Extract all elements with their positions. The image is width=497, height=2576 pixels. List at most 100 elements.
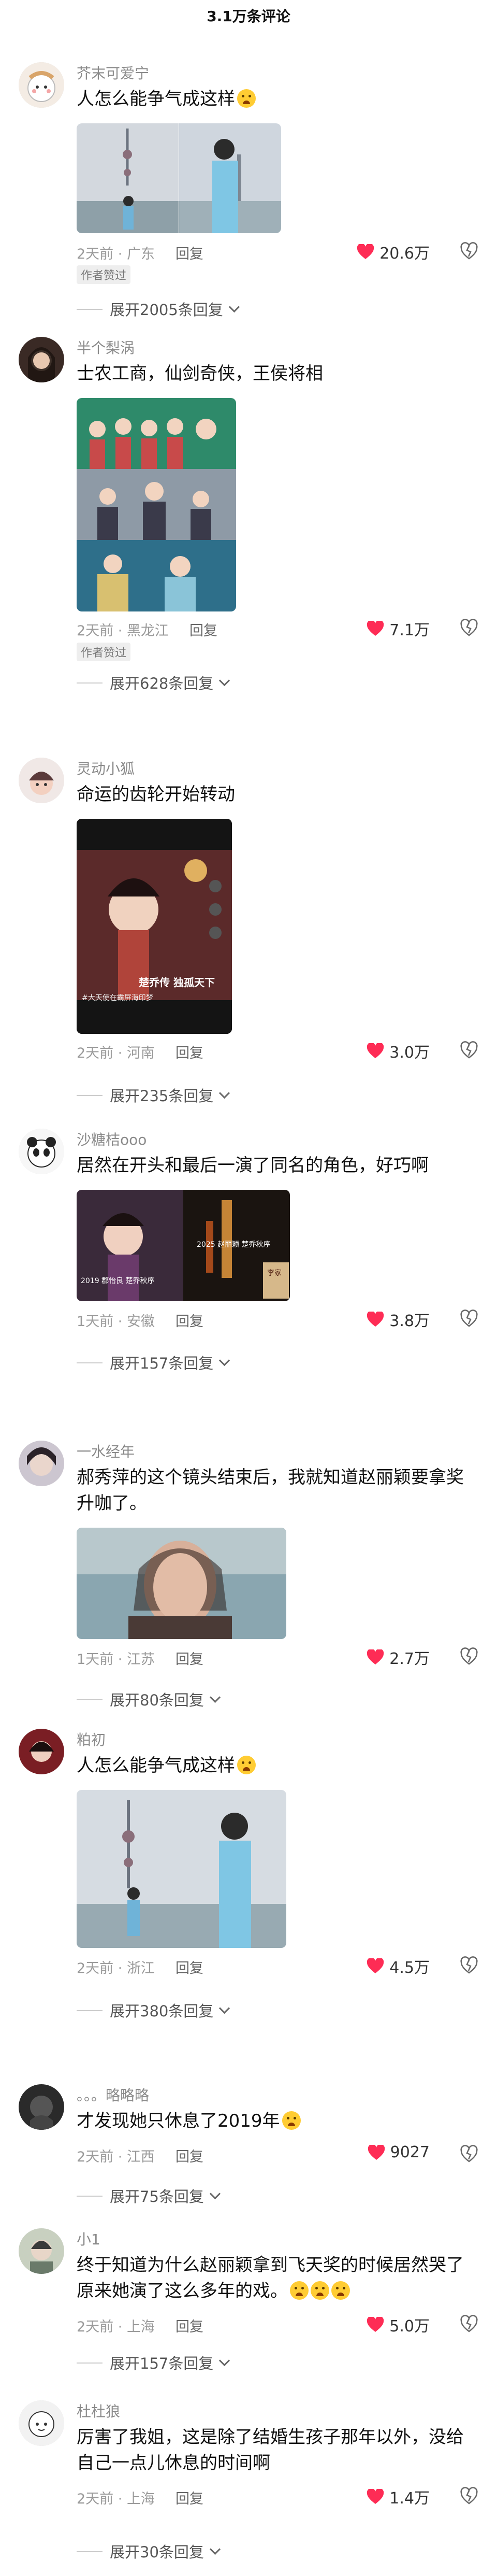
like-count: 20.6万 [379, 245, 430, 263]
avatar[interactable] [19, 1129, 64, 1174]
author-liked-badge: 作者赞过 [77, 643, 131, 661]
comment-image[interactable] [77, 1790, 286, 1948]
username[interactable]: 粕初 [77, 1729, 106, 1749]
avatar[interactable] [19, 337, 64, 382]
reply-button[interactable]: 回复 [176, 1960, 203, 1976]
dislike-icon[interactable] [460, 1309, 478, 1328]
heart-icon [357, 244, 374, 259]
like-count: 9027 [390, 2143, 430, 2161]
expand-replies-button[interactable]: 展开75条回复 [77, 2185, 221, 2207]
avatar[interactable] [19, 62, 64, 108]
reply-button[interactable]: 回复 [176, 1652, 203, 1668]
expand-replies-button[interactable]: 展开80条回复 [77, 1688, 221, 1710]
comment-image[interactable] [77, 1528, 286, 1639]
crying-emoji-icon [331, 2281, 350, 2300]
chevron-down-icon [219, 2355, 230, 2366]
username[interactable]: 半个梨涡 [77, 337, 135, 358]
reply-button[interactable]: 回复 [189, 623, 217, 639]
username[interactable]: 一水经年 [77, 1441, 135, 1461]
dislike-icon[interactable] [460, 618, 478, 637]
dislike-icon[interactable] [460, 2486, 478, 2505]
comment-text: 人怎么能争气成这样 [77, 86, 475, 112]
expand-replies-button[interactable]: 展开380条回复 [77, 1999, 230, 2021]
image-caption: 2025 赵丽颖 楚乔秋序 [197, 1241, 271, 1249]
dislike-icon[interactable] [460, 2144, 478, 2163]
like-count: 7.1万 [389, 621, 430, 639]
divider [77, 2362, 103, 2364]
like-button[interactable]: 9027 [368, 2143, 430, 2161]
divider [77, 309, 103, 310]
username[interactable]: 。。。略略略 [77, 2084, 149, 2105]
crying-emoji-icon [237, 89, 256, 108]
divider [77, 2196, 103, 2197]
chevron-down-icon [209, 2543, 221, 2555]
avatar[interactable] [19, 1441, 64, 1486]
like-button[interactable]: 20.6万 [357, 240, 430, 263]
image-sign-text: 李家 [267, 1269, 282, 1277]
like-button[interactable]: 2.7万 [367, 1646, 430, 1669]
chevron-down-icon [209, 2188, 221, 2199]
expand-replies-button[interactable]: 展开157条回复 [77, 1351, 230, 1373]
dislike-icon[interactable] [460, 241, 478, 260]
expand-replies-button[interactable]: 展开235条回复 [77, 1084, 230, 1106]
like-button[interactable]: 5.0万 [367, 2313, 430, 2336]
crying-emoji-icon [311, 2281, 329, 2300]
heart-icon [367, 1043, 384, 1058]
comment-image[interactable] [77, 123, 281, 233]
chevron-down-icon [209, 1691, 221, 1703]
video-caption: #大天使在霸屏海印梦 [82, 994, 153, 1002]
image-caption: 2019 郡怡良 楚乔秋序 [81, 1277, 155, 1285]
like-button[interactable]: 4.5万 [367, 1955, 430, 1977]
like-button[interactable]: 3.0万 [367, 1040, 430, 1062]
username[interactable]: 小1 [77, 2228, 100, 2249]
heart-icon [367, 2317, 384, 2332]
like-button[interactable]: 7.1万 [367, 617, 430, 640]
comment-text: 才发现她只休息了2019年 [77, 2108, 475, 2134]
chevron-down-icon [219, 675, 230, 686]
reply-button[interactable]: 回复 [176, 2491, 203, 2507]
comment-meta: 1天前 · 江苏 回复 [77, 1652, 203, 1668]
reply-button[interactable]: 回复 [176, 246, 203, 262]
comment-text: 居然在开头和最后一演了同名的角色，好巧啊 [77, 1155, 429, 1176]
expand-replies-button[interactable]: 展开30条回复 [77, 2540, 221, 2562]
dislike-icon[interactable] [460, 1956, 478, 1974]
like-count: 3.0万 [389, 1044, 430, 1062]
avatar[interactable] [19, 2228, 64, 2274]
comment-text: 厉害了我姐，这是除了结婚生孩子那年以外，没给自己一点儿休息的时间啊 [77, 2427, 464, 2473]
chevron-down-icon [219, 2002, 230, 2014]
avatar[interactable] [19, 2084, 64, 2130]
avatar[interactable] [19, 2400, 64, 2446]
like-count: 1.4万 [389, 2489, 430, 2508]
divider [77, 2551, 103, 2552]
dislike-icon[interactable] [460, 1647, 478, 1666]
username[interactable]: 沙糖桔ooo [77, 1129, 147, 1149]
username[interactable]: 灵动小狐 [77, 758, 135, 778]
chevron-down-icon [219, 1355, 230, 1366]
reply-button[interactable]: 回复 [176, 1314, 203, 1330]
avatar[interactable] [19, 758, 64, 803]
like-button[interactable]: 3.8万 [367, 1308, 430, 1331]
like-button[interactable]: 1.4万 [367, 2485, 430, 2508]
like-count: 3.8万 [389, 1312, 430, 1330]
dislike-icon[interactable] [460, 1041, 478, 1059]
comment-meta: 2天前 · 河南 回复 [77, 1045, 203, 1061]
comment-text: 士农工商，仙剑奇侠，王侯将相 [77, 363, 323, 384]
comment-image[interactable]: 2019 郡怡良 楚乔秋序 2025 赵丽颖 楚乔秋序 李家 [77, 1190, 290, 1301]
comment-meta: 1天前 · 安徽 回复 [77, 1314, 203, 1330]
username[interactable]: 杜杜狼 [77, 2400, 120, 2421]
crying-emoji-icon [290, 2281, 309, 2300]
reply-button[interactable]: 回复 [176, 2319, 203, 2335]
username[interactable]: 芥末可爱宁 [77, 62, 149, 83]
comment-meta: 2天前 · 黑龙江 回复 [77, 623, 217, 639]
expand-replies-button[interactable]: 展开157条回复 [77, 2352, 230, 2373]
comment-video-thumbnail[interactable]: 楚乔传 独孤天下 #大天使在霸屏海印梦 [77, 819, 232, 1034]
reply-button[interactable]: 回复 [176, 2149, 203, 2165]
comment-image[interactable] [77, 398, 236, 611]
divider [77, 1362, 103, 1363]
expand-replies-button[interactable]: 展开2005条回复 [77, 298, 240, 320]
avatar[interactable] [19, 1729, 64, 1774]
expand-replies-button[interactable]: 展开628条回复 [77, 672, 230, 693]
heart-icon [367, 1649, 384, 1664]
reply-button[interactable]: 回复 [176, 1045, 203, 1061]
dislike-icon[interactable] [460, 2314, 478, 2333]
